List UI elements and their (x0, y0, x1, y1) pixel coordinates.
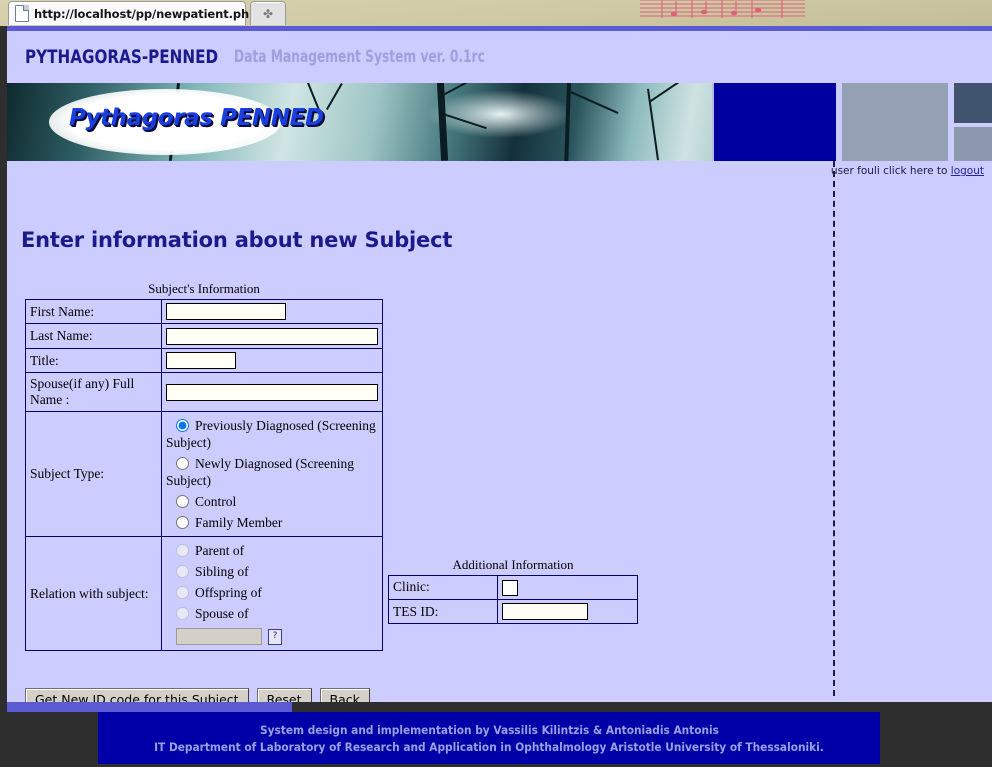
relation-cell: Parent of Sibling of Offspring of Spouse… (161, 536, 383, 652)
subject-type-option-family-member[interactable]: Family Member (166, 512, 378, 533)
footer-credits-line-1: System design and implementation by Vass… (259, 722, 719, 737)
app-subtitle: Data Management System ver. 0.1rc (234, 47, 486, 67)
table-row: First Name: (25, 298, 383, 325)
banner-block-right-top (954, 83, 992, 123)
additional-information-section: Additional Information Clinic: TES ID: (388, 557, 638, 625)
banner-logo-text: Pythagoras PENNED (69, 105, 324, 131)
app-title-bar: PYTHAGORAS-PENNED Data Management System… (7, 31, 992, 83)
form-action-buttons: Get New ID code for this Subject Reset B… (25, 688, 370, 702)
broken-image-icon[interactable]: ? (268, 628, 282, 645)
banner-block-right-bottom (954, 123, 992, 161)
reset-button[interactable]: Reset (256, 688, 312, 702)
relation-related-subject-input[interactable] (176, 628, 262, 646)
spouse-name-cell (161, 372, 383, 413)
table-row: Spouse(if any) Full Name : (25, 372, 383, 413)
banner-block-blue (712, 83, 836, 161)
relation-option-label: Sibling of (195, 564, 249, 580)
clinic-label: Clinic: (388, 575, 498, 600)
last-name-cell (161, 323, 383, 349)
relation-option-parent-of[interactable]: Parent of (166, 540, 378, 561)
subject-information-caption: Subject's Information (148, 281, 260, 296)
relation-related-subject-row: ? (166, 624, 378, 647)
relation-radio-offspring-of[interactable] (176, 586, 189, 600)
page-title: Enter information about new Subject (21, 228, 453, 253)
app-name: PYTHAGORAS-PENNED (25, 46, 219, 68)
banner-block-right (948, 83, 992, 161)
site-footer: System design and implementation by Vass… (98, 712, 880, 764)
last-name-input[interactable] (166, 327, 378, 345)
subject-type-option-label: Previously Diagnosed (Screening Subject) (166, 418, 376, 451)
table-row: Clinic: (388, 575, 638, 600)
relation-option-offspring-of[interactable]: Offspring of (166, 582, 378, 603)
spouse-name-label: Spouse(if any) Full Name : (25, 372, 162, 413)
subject-type-option-label: Control (195, 494, 237, 510)
subject-type-radio-newly-diagnosed[interactable] (176, 457, 189, 471)
relation-radio-parent-of[interactable] (176, 544, 189, 558)
last-name-label: Last Name: (25, 323, 162, 349)
logout-link[interactable]: logout (951, 165, 984, 177)
subject-type-radio-family-member[interactable] (176, 516, 189, 530)
additional-information-caption: Additional Information (452, 557, 574, 572)
get-new-id-button[interactable]: Get New ID code for this Subject (25, 688, 249, 702)
music-notes-decoration (640, 0, 805, 18)
main-content: user fouli click here to logout Enter in… (7, 161, 992, 702)
relation-option-spouse-of[interactable]: Spouse of (166, 603, 378, 624)
relation-radio-sibling-of[interactable] (176, 565, 189, 579)
first-name-label: First Name: (25, 298, 162, 325)
browser-tab-bar: http://localhost/pp/newpatient.php ✤ (0, 0, 600, 26)
first-name-input[interactable] (166, 303, 286, 321)
relation-option-label: Offspring of (195, 585, 262, 601)
site-banner: Pythagoras PENNED (7, 83, 992, 161)
tes-id-input[interactable] (502, 603, 588, 621)
subject-type-option-label: Newly Diagnosed (Screening Subject) (166, 456, 354, 489)
subject-information-section: Subject's Information First Name: Last N… (25, 281, 383, 652)
relation-option-label: Spouse of (195, 606, 249, 622)
browser-viewport: PYTHAGORAS-PENNED Data Management System… (0, 26, 992, 702)
title-input[interactable] (166, 352, 236, 370)
table-row: Title: (25, 347, 383, 374)
subject-type-radio-previously-diagnosed[interactable] (176, 419, 189, 433)
spouse-name-input[interactable] (166, 383, 378, 401)
browser-tab-title: http://localhost/pp/newpatient.php (34, 6, 258, 21)
banner-forest-photo: Pythagoras PENNED (7, 83, 713, 161)
user-session-bar: user fouli click here to logout (831, 165, 984, 177)
user-session-text: user fouli click here to (830, 165, 951, 177)
page-bottom-accent-bar (0, 702, 292, 712)
subject-type-option-previously-diagnosed[interactable]: Previously Diagnosed (Screening Subject) (166, 415, 378, 453)
tes-id-cell (497, 598, 638, 625)
relation-radio-spouse-of[interactable] (176, 607, 189, 621)
title-cell (161, 347, 383, 374)
first-name-cell (161, 298, 383, 325)
banner-block-gray (835, 83, 949, 161)
title-label: Title: (25, 347, 162, 374)
table-row: Last Name: (25, 323, 383, 349)
subject-type-cell: Previously Diagnosed (Screening Subject)… (161, 411, 383, 538)
additional-information-table: Clinic: TES ID: (388, 575, 638, 625)
new-tab-button[interactable]: ✤ (250, 1, 286, 25)
subject-information-table: First Name: Last Name: Title: Spouse(if … (25, 298, 383, 652)
subject-type-label: Subject Type: (25, 411, 162, 538)
clinic-select[interactable] (502, 579, 518, 596)
table-row: Relation with subject: Parent of Sibling… (25, 536, 383, 652)
new-tab-icon: ✤ (262, 6, 274, 21)
footer-credits-line-2: IT Department of Laboratory of Research … (154, 739, 824, 754)
clinic-cell (497, 575, 638, 600)
vertical-dashed-divider (833, 161, 835, 696)
relation-option-sibling-of[interactable]: Sibling of (166, 561, 378, 582)
relation-label: Relation with subject: (25, 536, 162, 652)
subject-type-option-label: Family Member (195, 515, 283, 531)
table-row: TES ID: (388, 598, 638, 625)
table-row: Subject Type: Previously Diagnosed (Scre… (25, 411, 383, 538)
document-icon (15, 5, 29, 22)
tes-id-label: TES ID: (388, 598, 498, 625)
subject-type-option-newly-diagnosed[interactable]: Newly Diagnosed (Screening Subject) (166, 453, 378, 491)
subject-type-radio-control[interactable] (176, 495, 189, 509)
browser-tab-active[interactable]: http://localhost/pp/newpatient.php (8, 1, 257, 25)
back-button[interactable]: Back (319, 688, 370, 702)
relation-option-label: Parent of (195, 543, 245, 559)
subject-type-option-control[interactable]: Control (166, 491, 378, 512)
